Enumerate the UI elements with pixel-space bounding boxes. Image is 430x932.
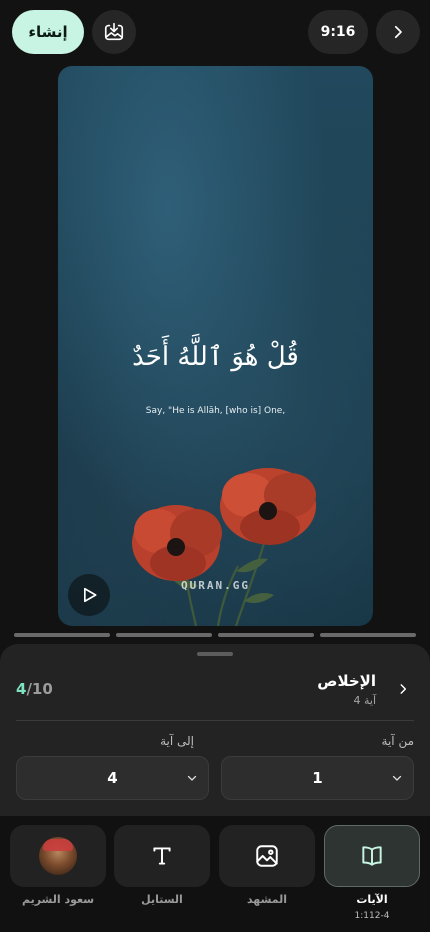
to-ayah-value: 4 [107,769,118,787]
chevron-right-icon [400,684,407,694]
progress-segments [14,633,416,637]
tab-ayahs[interactable] [324,825,420,887]
surah-select-button[interactable] [392,678,414,700]
back-button[interactable] [376,10,420,54]
divider [16,720,414,721]
counter-total: /10 [26,680,53,698]
tab-reciter-label: سعود الشريم [21,893,95,906]
chevron-down-icon [392,775,402,781]
ayah-arabic-text: قُلْ هُوَ ٱللَّهُ أَحَدٌ [132,342,299,372]
download-image-icon [104,22,124,41]
tab-reciter[interactable] [10,825,106,887]
progress-segment [218,633,314,637]
tab-style[interactable] [114,825,210,887]
ayah-range-sheet: 4/10 الإخلاص 4 آية من آية إلى آية 4 1 [0,644,430,816]
to-ayah-label: إلى آية [160,734,194,748]
to-ayah-select[interactable]: 4 [16,756,209,800]
progress-segment [116,633,212,637]
image-icon [256,845,278,867]
progress-segment [320,633,416,637]
tab-ayahs-range: 1:112-4 [354,911,390,921]
progress-segment [14,633,110,637]
text-icon [153,847,171,865]
bottom-tab-bar: سعود الشريم الستايل المشهد الآيات 1:112-… [0,816,430,932]
tab-scene[interactable] [219,825,315,887]
from-ayah-select[interactable]: 1 [221,756,414,800]
video-preview[interactable]: قُلْ هُوَ ٱللَّهُ أَحَدٌ Say, "He is All… [58,66,373,626]
create-button[interactable]: إنشاء [12,10,84,54]
counter-current: 4 [16,680,27,698]
tab-scene-label: المشهد [246,893,288,906]
surah-ayah-count: 4 آية [353,694,376,707]
top-bar: إنشاء 9:16 [0,10,430,54]
tab-style-label: الستايل [141,893,183,906]
book-icon [362,846,382,866]
from-ayah-label: من آية [381,734,414,748]
ayah-translation-text: Say, "He is Allāh, [who is] One, [145,406,286,416]
save-image-button[interactable] [92,10,136,54]
aspect-ratio-pill[interactable]: 9:16 [308,10,368,54]
tab-ayahs-label: الآيات [356,893,388,906]
chevron-right-icon [394,25,402,39]
sheet-drag-handle[interactable] [197,652,233,656]
poppy-flowers-image [132,468,316,626]
play-icon [84,587,97,603]
from-ayah-value: 1 [312,769,323,787]
chevron-down-icon [187,775,197,781]
reciter-avatar [39,837,77,875]
ayah-counter: 4/10 [16,680,53,698]
play-button[interactable] [68,574,110,616]
surah-name[interactable]: الإخلاص [317,672,376,690]
